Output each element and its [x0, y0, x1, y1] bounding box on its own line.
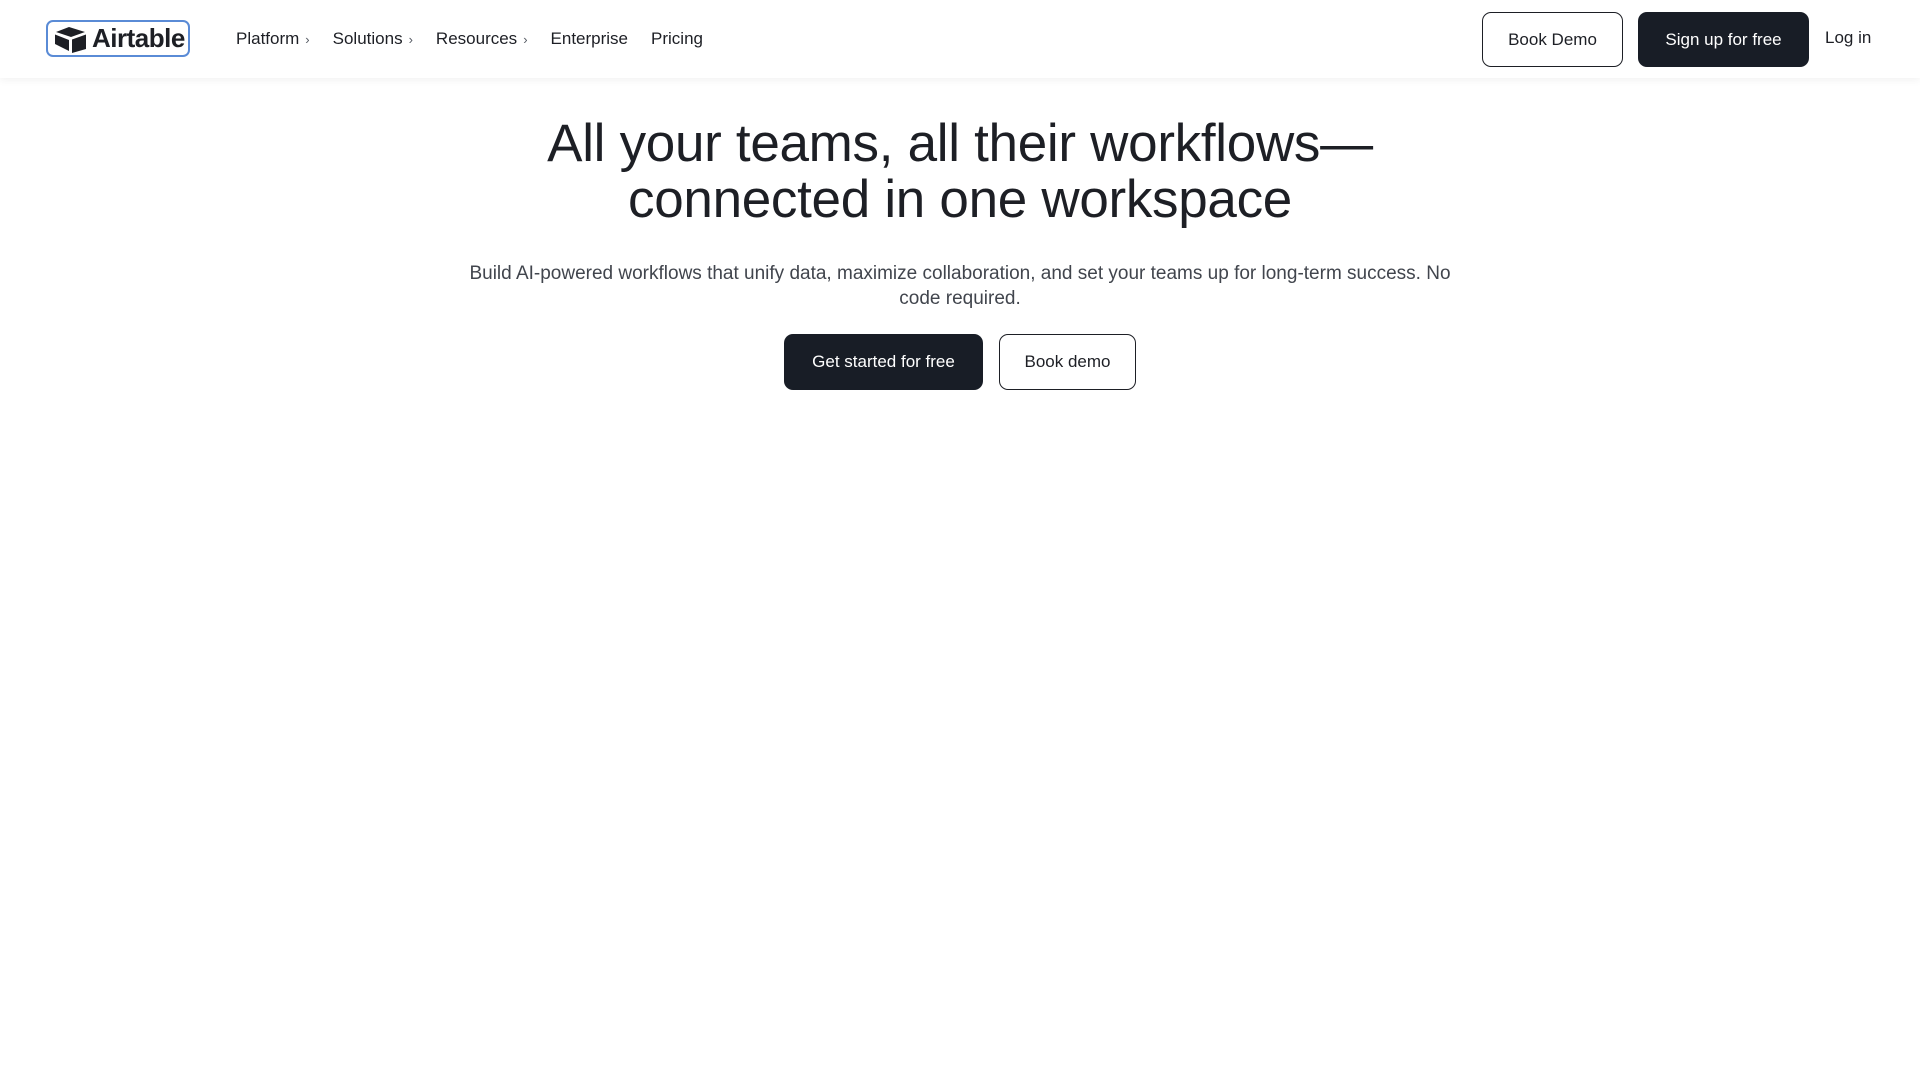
hero-title-line-2: connected in one workspace [628, 170, 1292, 229]
chevron-right-icon: › [408, 31, 413, 47]
hero-title: All your teams, all their workflows— con… [360, 116, 1560, 228]
book-demo-hero-button[interactable]: Book demo [999, 334, 1136, 390]
airtable-logo[interactable]: Airtable [46, 20, 190, 57]
nav-item-pricing[interactable]: Pricing [651, 29, 703, 49]
nav-item-enterprise[interactable]: Enterprise [551, 29, 628, 49]
chevron-right-icon: › [523, 31, 528, 47]
get-started-button[interactable]: Get started for free [784, 334, 983, 390]
site-header: Airtable Platform › Solutions › Resource… [0, 0, 1920, 78]
logo-text: Airtable [92, 23, 185, 53]
nav-item-label: Enterprise [550, 29, 629, 48]
nav-item-label: Resources [435, 29, 518, 48]
nav-item-label: Solutions [332, 29, 403, 48]
chevron-right-icon: › [305, 31, 310, 47]
hero-subtitle: Build AI-powered workflows that unify da… [469, 263, 1451, 309]
log-in-link[interactable]: Log in [1825, 28, 1871, 48]
hero-title-line-1: All your teams, all their workflows— [547, 114, 1373, 173]
main-nav: Platform › Solutions › Resources › Enter… [236, 0, 726, 78]
nav-item-label: Pricing [651, 29, 703, 48]
sign-up-button[interactable]: Sign up for free [1638, 12, 1809, 67]
nav-item-platform[interactable]: Platform › [236, 29, 310, 49]
page: Airtable Platform › Solutions › Resource… [0, 0, 1920, 1080]
airtable-logo-icon [55, 26, 86, 53]
book-demo-button[interactable]: Book Demo [1482, 12, 1623, 67]
nav-item-resources[interactable]: Resources › [436, 29, 528, 49]
nav-item-solutions[interactable]: Solutions › [333, 29, 413, 49]
nav-item-label: Platform [236, 29, 300, 48]
